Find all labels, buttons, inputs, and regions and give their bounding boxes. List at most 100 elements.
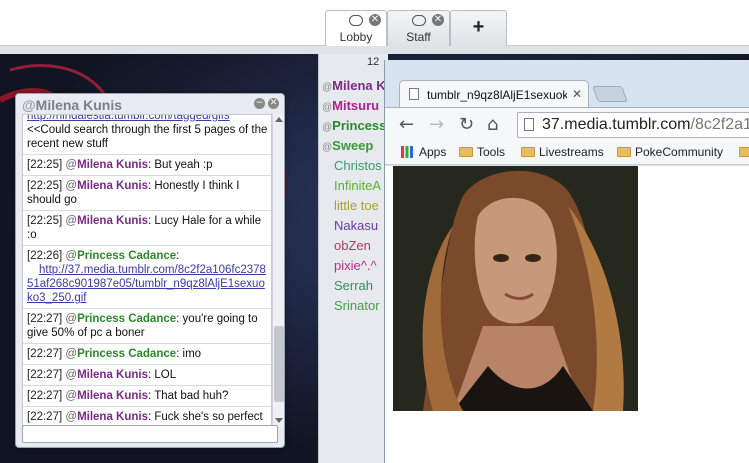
pm-title-name: Milena Kunis <box>35 97 123 113</box>
user-list-item[interactable]: Srinator <box>322 296 380 316</box>
private-message-window[interactable]: @Milena Kunis − ✕ http://hindalestia.tum… <box>15 93 285 448</box>
tab-lobby[interactable]: Lobby ✕ <box>325 10 387 46</box>
bookmark-apps[interactable]: Apps <box>401 145 446 161</box>
message-timestamp: [22:25] <box>27 180 63 192</box>
user-list-item[interactable]: pixie^.^ <box>322 256 377 276</box>
back-arrow-icon[interactable]: ← <box>399 114 414 135</box>
page-info-icon[interactable] <box>524 118 534 131</box>
chat-message: [22:27] @Milena Kunis: That bad huh? <box>23 386 271 407</box>
message-text: imo <box>182 348 202 360</box>
browser-tab[interactable]: tumblr_n9qz8lAljE1sexuoko ✕ <box>399 80 589 108</box>
close-browser-tab-icon[interactable]: ✕ <box>572 87 582 101</box>
room-tab-bar: Lobby ✕ Staff ✕ + <box>0 0 749 46</box>
reload-icon[interactable]: ↻ <box>459 114 474 135</box>
user-list-item[interactable]: @Milena Kunis <box>322 76 388 96</box>
message-author[interactable]: Princess Cadance <box>77 250 176 262</box>
new-tab-button[interactable] <box>592 86 628 102</box>
user-list-item[interactable]: @Princess Cadance <box>322 116 388 136</box>
message-rank-symbol: @ <box>65 250 78 262</box>
message-rank-symbol: @ <box>65 390 78 402</box>
chat-message: [22:26] @Princess Cadance: http://37.med… <box>23 246 271 309</box>
message-timestamp: [22:25] <box>27 215 63 227</box>
bookmark-livestreams[interactable]: Livestreams <box>521 145 604 161</box>
folder-icon <box>739 147 749 157</box>
chat-message: [22:25] @Milena Kunis: Lucy Hale for a w… <box>23 211 271 246</box>
user-list-item[interactable]: @Mitsuru <box>322 96 379 116</box>
user-list-item[interactable]: Serrah <box>322 276 373 296</box>
bookmark-label: Livestreams <box>539 145 604 159</box>
message-timestamp: [22:27] <box>27 411 63 423</box>
message-author[interactable]: Milena Kunis <box>77 390 148 402</box>
message-timestamp: [22:25] <box>27 159 63 171</box>
user-list-item[interactable]: @Sweep <box>322 136 373 156</box>
close-icon[interactable]: ✕ <box>268 98 279 109</box>
scrollbar-thumb[interactable] <box>274 326 284 402</box>
bookmark-overflow-folder[interactable] <box>739 145 749 161</box>
bookmark-label: Tools <box>477 145 506 159</box>
user-list-item[interactable]: Christos <box>322 156 382 176</box>
message-text: <<Could search through the first 5 pages… <box>27 124 268 150</box>
message-author[interactable]: Princess Cadance <box>77 348 176 360</box>
url-host: 37.media.tumblr.com <box>542 116 691 133</box>
message-timestamp: [22:27] <box>27 390 63 402</box>
message-text: That bad huh? <box>154 390 229 402</box>
message-rank-symbol: @ <box>65 215 78 227</box>
tab-lobby-label: Lobby <box>339 30 373 44</box>
pm-window-title[interactable]: @Milena Kunis <box>22 97 122 113</box>
message-author[interactable]: Milena Kunis <box>77 180 148 192</box>
user-rank-symbol: @ <box>322 142 333 153</box>
room-header-strip <box>0 46 749 54</box>
message-timestamp: [22:27] <box>27 348 63 360</box>
apps-grid-icon <box>401 146 413 158</box>
user-list-item[interactable]: Nakasu <box>322 216 378 236</box>
user-name: Nakasu <box>334 218 379 233</box>
portrait-image <box>393 166 638 411</box>
message-author[interactable]: Milena Kunis <box>77 215 148 227</box>
bookmark-label: PokeCommunity <box>635 145 724 159</box>
message-rank-symbol: @ <box>65 313 78 325</box>
folder-icon <box>459 147 473 157</box>
message-timestamp: [22:27] <box>27 369 63 381</box>
message-timestamp: [22:27] <box>27 313 63 325</box>
user-count: 12 <box>367 56 380 68</box>
message-author[interactable]: Princess Cadance <box>77 313 176 325</box>
browser-tab-title: tumblr_n9qz8lAljE1sexuoko <box>427 88 567 102</box>
close-tab-lobby-icon[interactable]: ✕ <box>369 14 381 26</box>
user-list-item[interactable]: obZen <box>322 236 371 256</box>
user-name: Mitsuru <box>332 98 380 113</box>
message-log-scrollbar[interactable] <box>272 114 284 426</box>
user-rank-symbol: @ <box>322 82 333 93</box>
speech-bubble-icon <box>411 15 426 26</box>
tab-staff[interactable]: Staff ✕ <box>387 10 450 46</box>
message-text: LOL <box>154 369 177 381</box>
page-content <box>385 166 749 463</box>
bookmark-tools[interactable]: Tools <box>459 145 505 161</box>
user-name: Christos <box>334 158 382 173</box>
home-icon[interactable]: ⌂ <box>487 114 498 135</box>
chat-message: [22:27] @Milena Kunis: LOL <box>23 365 271 386</box>
user-name: Princess Cadance <box>332 118 388 133</box>
address-bar[interactable]: 37.media.tumblr.com/8c2f2a1 <box>517 112 749 138</box>
message-text: But yeah :p <box>154 159 213 171</box>
user-rank-symbol: @ <box>322 122 333 133</box>
user-name: obZen <box>334 238 371 253</box>
user-list-item[interactable]: little toe <box>322 196 379 216</box>
bookmark-pokecommunity[interactable]: PokeCommunity <box>617 145 723 161</box>
scroll-up-icon[interactable] <box>275 117 283 122</box>
chat-message: [22:25] @Milena Kunis: But yeah :p <box>23 155 271 176</box>
page-icon <box>409 88 419 100</box>
forward-arrow-icon[interactable]: → <box>429 114 444 135</box>
message-author[interactable]: Milena Kunis <box>77 369 148 381</box>
message-link[interactable]: http://hindalestia.tumblr.com/tagged/gif… <box>27 115 230 122</box>
message-link[interactable]: http://37.media.tumblr.com/8c2f2a106fc23… <box>27 264 266 304</box>
minimize-icon[interactable]: − <box>254 98 265 109</box>
scroll-down-icon[interactable] <box>275 418 283 423</box>
message-rank-symbol: @ <box>65 348 78 360</box>
user-list-item[interactable]: InfiniteA <box>322 176 381 196</box>
message-author[interactable]: Milena Kunis <box>77 411 148 423</box>
message-partial: http://hindalestia.tumblr.com/tagged/gif… <box>23 115 271 155</box>
add-room-button[interactable]: + <box>450 10 507 46</box>
message-input[interactable] <box>22 425 278 443</box>
message-author[interactable]: Milena Kunis <box>77 159 148 171</box>
close-tab-staff-icon[interactable]: ✕ <box>432 14 444 26</box>
